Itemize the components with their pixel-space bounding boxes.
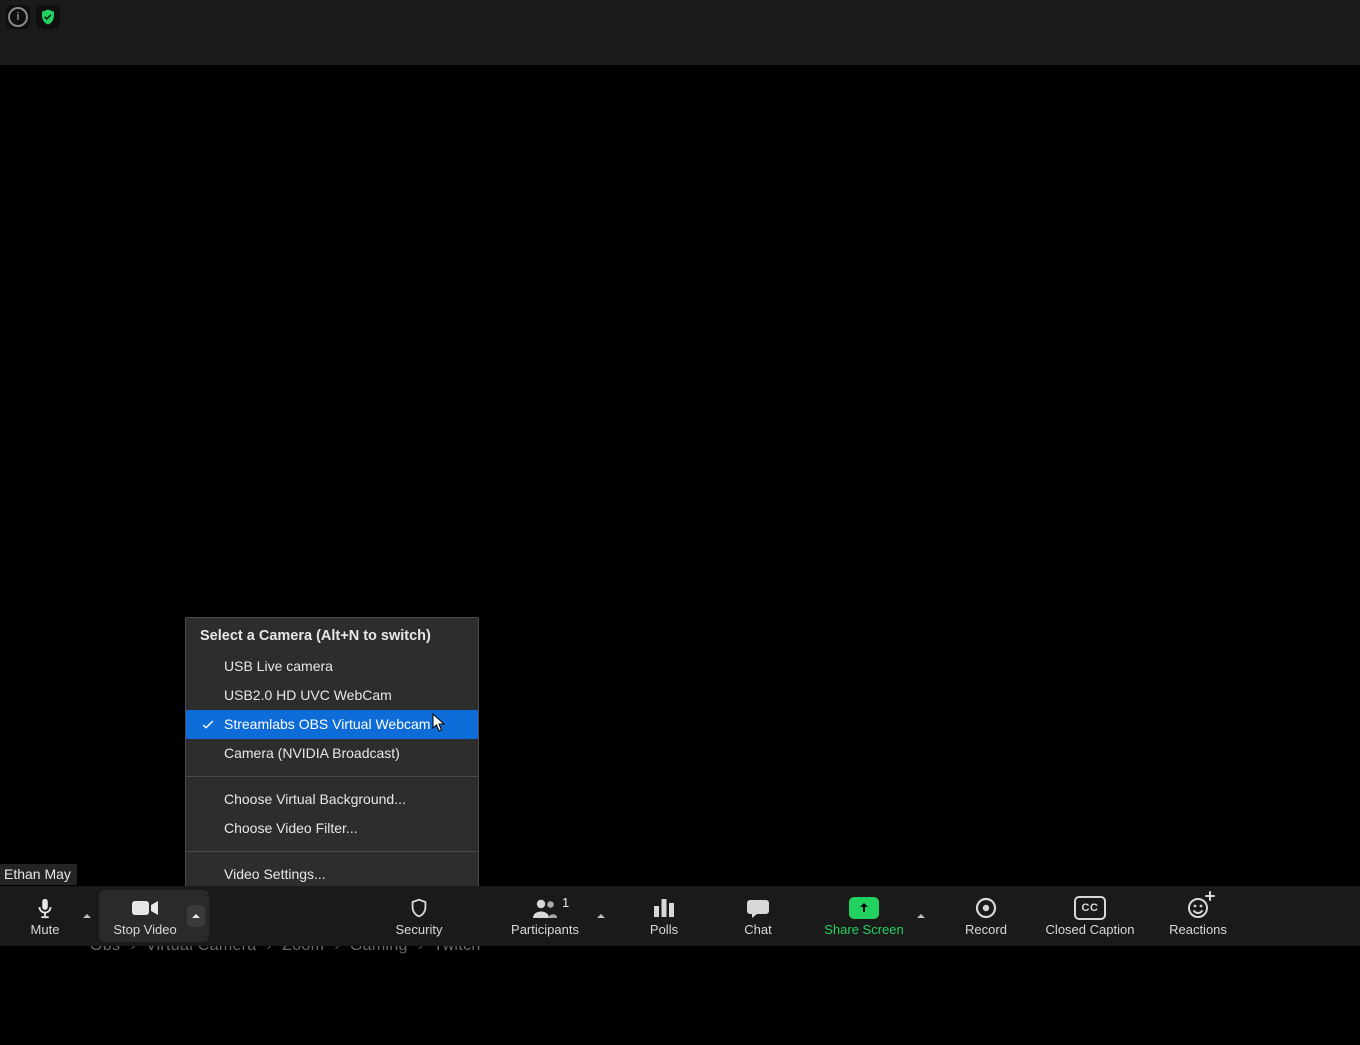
camera-select-menu: Select a Camera (Alt+N to switch) USB Li… <box>185 617 479 896</box>
camera-option-label: Camera (NVIDIA Broadcast) <box>224 745 400 761</box>
menu-item-label: Choose Video Filter... <box>224 820 358 836</box>
video-options-chevron[interactable] <box>187 905 205 927</box>
crumb: Gaming <box>350 946 408 955</box>
chevron-right-icon: › <box>418 946 424 955</box>
closed-caption-button[interactable]: CC Closed Caption <box>1036 886 1144 946</box>
stop-video-label: Stop Video <box>113 923 176 937</box>
microphone-icon <box>34 895 56 921</box>
menu-item-label: Choose Virtual Background... <box>224 791 406 807</box>
crumb: Obs <box>90 946 120 955</box>
choose-video-filter[interactable]: Choose Video Filter... <box>186 814 478 843</box>
participants-button[interactable]: 1 Participants <box>498 886 592 946</box>
camera-option-label: Streamlabs OBS Virtual Webcam <box>224 716 430 732</box>
participants-options-chevron[interactable] <box>592 911 610 921</box>
reactions-label: Reactions <box>1169 923 1227 937</box>
record-button[interactable]: Record <box>954 886 1018 946</box>
chat-label: Chat <box>744 923 771 937</box>
encryption-status-button[interactable] <box>36 5 60 29</box>
chevron-right-icon: › <box>130 946 136 955</box>
closed-caption-label: Closed Caption <box>1046 923 1135 937</box>
top-bar: i <box>0 0 1360 65</box>
share-options-chevron[interactable] <box>912 911 930 921</box>
security-label: Security <box>396 923 443 937</box>
reactions-smile-icon <box>1186 895 1210 921</box>
meeting-toolbar: Mute Stop Video Security <box>0 886 1360 946</box>
camera-option-label: USB Live camera <box>224 658 333 674</box>
participants-label: Participants <box>511 923 579 937</box>
record-icon <box>974 895 998 921</box>
info-icon: i <box>8 7 28 27</box>
footer-breadcrumbs: Obs › Virtual Camera › Zoom › Gaming › T… <box>0 946 1360 972</box>
meeting-info-button[interactable]: i <box>6 5 30 29</box>
participants-count: 1 <box>562 895 569 910</box>
shield-icon <box>408 895 430 921</box>
reactions-button[interactable]: Reactions <box>1156 886 1240 946</box>
choose-virtual-background[interactable]: Choose Virtual Background... <box>186 785 478 814</box>
crumb: Virtual Camera <box>146 946 257 955</box>
mute-label: Mute <box>31 923 60 937</box>
stop-video-button[interactable]: Stop Video <box>103 886 187 946</box>
mute-button[interactable]: Mute <box>12 886 78 946</box>
chevron-right-icon: › <box>334 946 340 955</box>
camera-option-selected[interactable]: Streamlabs OBS Virtual Webcam <box>186 710 478 739</box>
shield-check-icon <box>39 8 57 26</box>
camera-option[interactable]: Camera (NVIDIA Broadcast) <box>186 739 478 768</box>
chevron-right-icon: › <box>267 946 273 955</box>
camera-option[interactable]: USB2.0 HD UVC WebCam <box>186 681 478 710</box>
record-label: Record <box>965 923 1007 937</box>
polls-button[interactable]: Polls <box>634 886 694 946</box>
menu-item-label: Video Settings... <box>224 866 326 882</box>
menu-separator <box>186 851 478 852</box>
audio-options-chevron[interactable] <box>78 911 96 921</box>
menu-separator <box>186 776 478 777</box>
bar-chart-icon <box>652 895 676 921</box>
self-name-label: Ethan May <box>0 864 77 885</box>
camera-menu-header: Select a Camera (Alt+N to switch) <box>186 618 478 652</box>
chat-button[interactable]: Chat <box>730 886 786 946</box>
crumb: Zoom <box>282 946 324 955</box>
camera-option[interactable]: USB Live camera <box>186 652 478 681</box>
share-screen-icon <box>849 895 879 921</box>
camera-option-label: USB2.0 HD UVC WebCam <box>224 687 392 703</box>
polls-label: Polls <box>650 923 678 937</box>
closed-caption-icon: CC <box>1074 895 1106 921</box>
check-icon <box>200 716 216 732</box>
share-screen-label: Share Screen <box>824 923 904 937</box>
participants-icon <box>530 895 560 921</box>
chat-bubble-icon <box>746 895 770 921</box>
share-screen-button[interactable]: Share Screen <box>816 886 912 946</box>
crumb: Twitch <box>433 946 480 955</box>
security-button[interactable]: Security <box>382 886 456 946</box>
video-camera-icon <box>131 895 159 921</box>
